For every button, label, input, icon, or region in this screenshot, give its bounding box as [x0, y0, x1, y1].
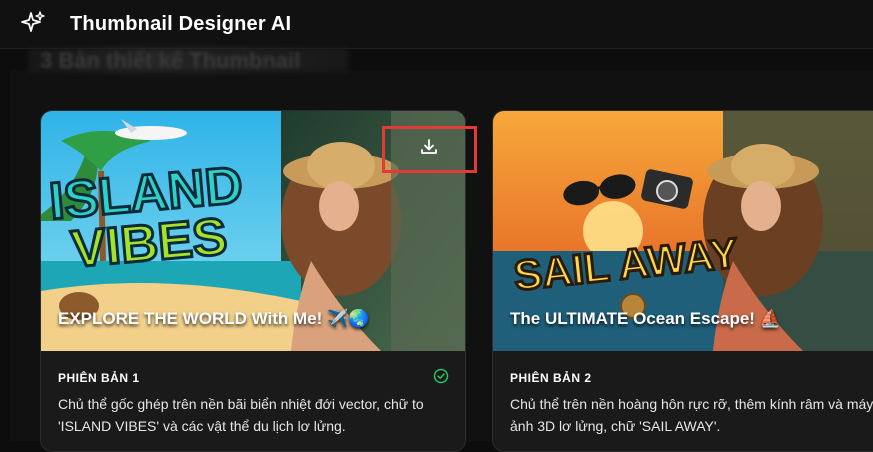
thumbnail-caption-2: The ULTIMATE Ocean Escape! ⛵ — [510, 309, 781, 328]
card-body-2: PHIÊN BẢN 2 Chủ thể trên nền hoàng hôn r… — [493, 351, 873, 451]
top-bar: Thumbnail Designer AI — [0, 0, 873, 49]
thumbnail-card-2[interactable]: SAIL AWAY The ULTIMATE Ocean Escape! ⛵ P… — [492, 110, 873, 452]
version-description-2: Chủ thể trên nền hoàng hôn rực rỡ, thêm … — [510, 396, 873, 434]
version-description-1: Chủ thể gốc ghép trên nền bãi biển nhiệt… — [58, 396, 424, 434]
sparkles-icon — [21, 11, 45, 32]
thumbnail-caption-1: EXPLORE THE WORLD With Me! ✈️🌏 — [58, 309, 370, 328]
card-body-1: PHIÊN BẢN 1 Chủ thể gốc ghép trên nền bã… — [41, 351, 465, 451]
app-title: Thumbnail Designer AI — [70, 13, 292, 35]
version-label-2: PHIÊN BẢN 2 — [510, 371, 592, 385]
download-icon — [421, 139, 437, 154]
download-button[interactable] — [382, 126, 477, 173]
thumbnail-image-2[interactable]: SAIL AWAY The ULTIMATE Ocean Escape! ⛵ — [493, 111, 873, 351]
selected-check-icon — [433, 368, 449, 384]
version-label-1: PHIÊN BẢN 1 — [58, 371, 140, 385]
section-heading: 3 Bản thiết kế Thumbnail — [40, 48, 301, 73]
